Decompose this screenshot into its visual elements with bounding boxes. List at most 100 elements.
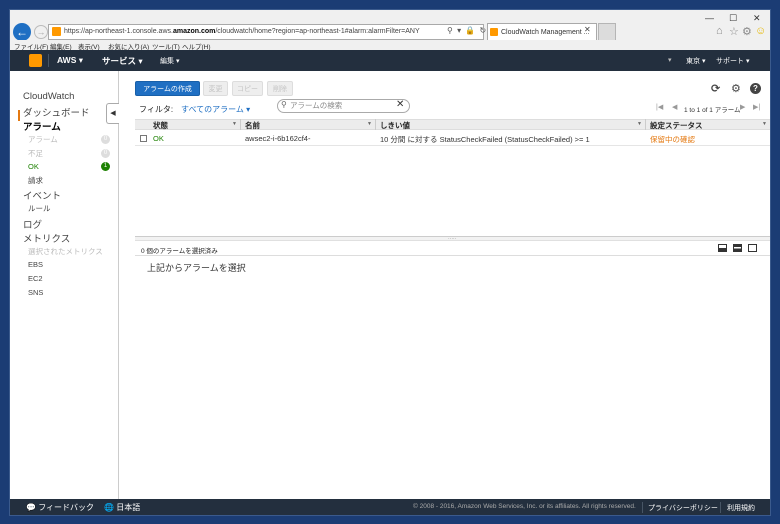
search-icon: ⚲ [281, 100, 287, 109]
new-tab-button[interactable] [598, 23, 616, 41]
edit-menu[interactable]: 編集 ▾ [160, 56, 179, 66]
layout-bottom-icon[interactable] [718, 244, 727, 252]
aws-cube-icon[interactable] [29, 54, 42, 67]
back-button[interactable]: ← [13, 23, 31, 41]
layout-full-icon[interactable] [748, 244, 757, 252]
nav-divider [48, 54, 49, 67]
refresh-icon[interactable]: ⟳ [711, 82, 720, 95]
ok-count-badge: 1 [101, 162, 110, 171]
settings-icon[interactable]: ⚙ [731, 82, 741, 95]
lock-icon[interactable]: 🔒 [465, 26, 476, 35]
aws-menu[interactable]: AWS ▾ [57, 55, 83, 66]
sidebar-item-ok[interactable]: OK [28, 162, 39, 171]
terms-link[interactable]: 利用規約 [727, 503, 755, 513]
filter-label: フィルタ: [139, 105, 174, 114]
browser-tab[interactable]: CloudWatch Management ... [487, 23, 597, 41]
layout-split-icon[interactable] [733, 244, 742, 252]
sidebar: CloudWatch ダッシュボード アラーム アラーム 0 不足 0 OK 1… [10, 71, 119, 499]
clear-search-icon[interactable]: ✕ [396, 99, 404, 110]
copyright-text: © 2008 - 2016, Amazon Web Services, Inc.… [413, 503, 636, 510]
footer-divider [720, 502, 721, 513]
modify-button[interactable]: 変更 [203, 81, 228, 96]
sidebar-item-logs[interactable]: ログ [23, 217, 42, 231]
support-menu[interactable]: サポート ▾ [716, 56, 749, 66]
details-divider [135, 255, 770, 256]
settings-gear-icon[interactable]: ⚙ [742, 25, 752, 38]
copy-button[interactable]: コピー [232, 81, 263, 96]
help-icon[interactable]: ? [750, 83, 761, 94]
alarm-count-badge: 0 [101, 135, 110, 144]
forward-button[interactable]: → [34, 25, 48, 39]
row-state: OK [153, 134, 164, 143]
tab-close-icon[interactable]: ✕ [584, 25, 591, 34]
browser-menubar: ファイル(F) 編集(E) 表示(V) お気に入り(A) ツール(T) ヘルプ(… [10, 40, 770, 51]
account-dropdown[interactable]: ▾ [668, 56, 672, 64]
column-header-state[interactable]: 状態 [153, 120, 168, 131]
sidebar-item-insufficient[interactable]: 不足 [28, 148, 43, 159]
minimize-icon[interactable]: — [705, 13, 714, 23]
column-header-config-status[interactable]: 設定ステータス [650, 120, 703, 131]
address-bar[interactable]: https://ap-northeast-1.console.aws.amazo… [48, 24, 484, 40]
column-divider[interactable] [645, 119, 646, 130]
sidebar-item-events[interactable]: イベント [23, 188, 61, 202]
tab-favicon-icon [490, 28, 498, 36]
sort-arrow-icon[interactable]: ▼ [762, 121, 767, 127]
column-divider[interactable] [375, 119, 376, 130]
console-footer: 💬 フィードバック 🌐 日本語 © 2008 - 2016, Amazon We… [10, 499, 770, 515]
sidebar-item-billing[interactable]: 請求 [28, 175, 43, 186]
pagination-text: 1 to 1 of 1 アラーム [684, 107, 741, 114]
row-config-status[interactable]: 保留中の確認 [650, 134, 695, 145]
browser-window: ← → https://ap-northeast-1.console.aws.a… [9, 9, 771, 516]
last-page-icon[interactable]: ▶| [753, 103, 760, 111]
row-name: awsec2-i-6b162cf4- [245, 134, 311, 143]
sidebar-title[interactable]: CloudWatch [23, 91, 74, 102]
column-header-threshold[interactable]: しきい値 [380, 120, 410, 131]
details-empty-message: 上記からアラームを選択 [147, 263, 246, 273]
favorites-star-icon[interactable]: ☆ [729, 25, 739, 38]
sort-arrow-icon[interactable]: ▼ [232, 121, 237, 127]
search-icon[interactable]: ⚲ [447, 26, 454, 35]
sidebar-item-dashboard[interactable]: ダッシュボード [23, 105, 90, 119]
maximize-icon[interactable]: ☐ [729, 13, 737, 24]
privacy-policy-link[interactable]: プライバシーポリシー [648, 503, 718, 513]
site-favicon-icon [52, 27, 61, 36]
window-close-icon[interactable]: ✕ [753, 13, 761, 24]
services-menu[interactable]: サービス ▾ [102, 55, 143, 67]
row-checkbox[interactable] [140, 135, 147, 142]
sort-arrow-icon[interactable]: ▼ [367, 121, 372, 127]
create-alarm-button[interactable]: アラームの作成 [135, 81, 200, 96]
region-menu[interactable]: 東京 ▾ [686, 56, 705, 66]
sidebar-item-rules[interactable]: ルール [28, 203, 51, 214]
filter-dropdown[interactable]: すべてのアラーム ▾ [181, 104, 250, 115]
selected-count: 0 個のアラームを選択済み [141, 248, 218, 255]
sidebar-item-ebs[interactable]: EBS [28, 260, 43, 269]
aws-navbar: AWS ▾ サービス ▾ 編集 ▾ ▾ 東京 ▾ サポート ▾ [10, 50, 770, 71]
language-selector[interactable]: 🌐 日本語 [104, 502, 140, 513]
address-tools[interactable]: ⚲ ▾ 🔒 ↻ [447, 26, 487, 35]
sidebar-item-selected-metrics[interactable]: 選択されたメトリクス [28, 246, 103, 257]
globe-icon: 🌐 [104, 503, 114, 512]
feedback-link[interactable]: 💬 フィードバック [26, 502, 94, 513]
sidebar-item-alarms[interactable]: アラーム [23, 119, 61, 133]
smiley-icon[interactable]: ☺ [755, 25, 766, 37]
speech-bubble-icon: 💬 [26, 503, 36, 512]
sidebar-collapse-button[interactable]: ◀ [106, 103, 119, 124]
sidebar-item-ec2[interactable]: EC2 [28, 274, 43, 283]
sidebar-item-metrics[interactable]: メトリクス [23, 231, 70, 245]
column-header-name[interactable]: 名前 [245, 120, 260, 131]
footer-divider [642, 502, 643, 513]
prev-page-icon[interactable]: ◀ [672, 103, 677, 111]
selected-indicator [18, 110, 20, 121]
home-icon[interactable]: ⌂ [716, 25, 723, 37]
splitter-grip-icon[interactable]: ····· [448, 236, 456, 242]
row-threshold: 10 分間 に対する StatusCheckFailed (StatusChec… [380, 135, 590, 144]
next-page-icon[interactable]: ▶ [740, 103, 745, 111]
sidebar-item-sns[interactable]: SNS [28, 288, 43, 297]
alarm-search-input[interactable]: アラームの検索 [277, 99, 410, 113]
first-page-icon[interactable]: |◀ [656, 103, 663, 111]
sort-arrow-icon[interactable]: ▼ [637, 121, 642, 127]
delete-button[interactable]: 削除 [267, 81, 293, 96]
insufficient-count-badge: 0 [101, 149, 110, 158]
sidebar-item-alarm-state[interactable]: アラーム [28, 134, 58, 145]
column-divider[interactable] [240, 119, 241, 130]
